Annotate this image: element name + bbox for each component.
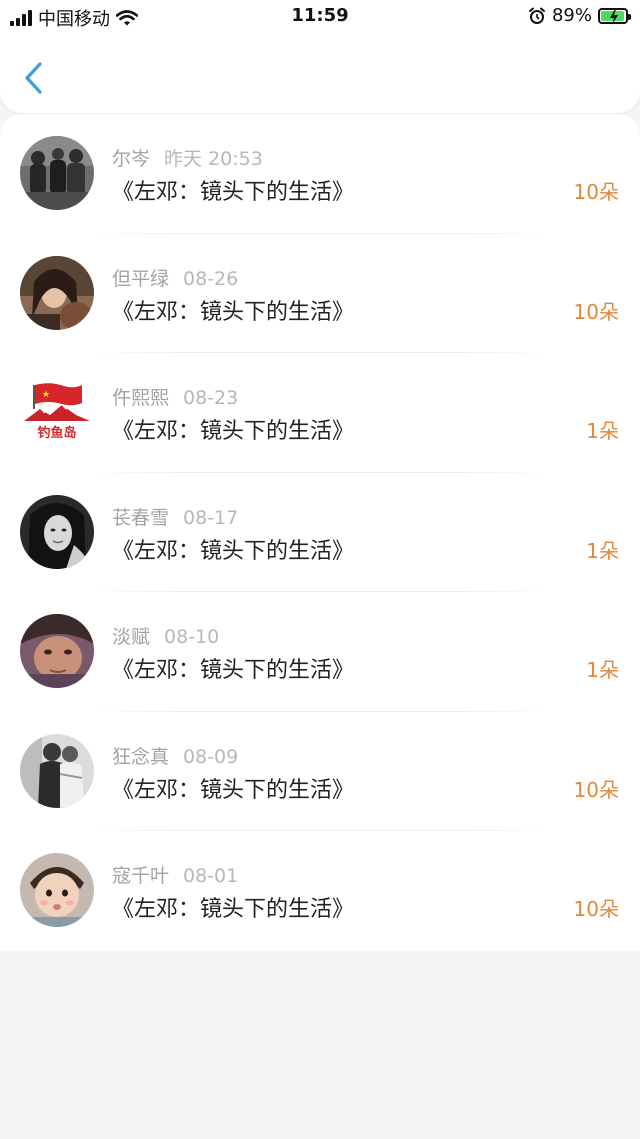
send-date: 08-01 <box>183 865 239 887</box>
flower-amount: 10朵 <box>573 299 619 324</box>
avatar[interactable] <box>20 136 94 210</box>
list-item[interactable]: 但平绿 08-26 《左邓：镜头下的生活》 10朵 <box>0 234 640 353</box>
chevron-left-icon <box>25 62 42 94</box>
send-date: 08-26 <box>183 267 239 290</box>
sender-meta: 狂念真 08-09 <box>112 742 238 769</box>
work-title: 《左邓：镜头下的生活》 <box>112 419 355 444</box>
send-date: 08-17 <box>183 506 239 529</box>
send-date: 08-09 <box>183 745 239 768</box>
avatar[interactable] <box>20 853 94 927</box>
flower-amount: 10朵 <box>573 777 619 802</box>
list-item[interactable]: 狂念真 08-09 《左邓：镜头下的生活》 10朵 <box>0 712 640 831</box>
list-item[interactable]: 苌春雪 08-17 《左邓：镜头下的生活》 1朵 <box>0 473 640 592</box>
flower-amount: 10朵 <box>573 897 619 921</box>
sender-name: 狂念真 <box>112 745 170 768</box>
list-item[interactable]: 淡赋 08-10 《左邓：镜头下的生活》 1朵 <box>0 592 640 712</box>
back-button[interactable] <box>14 56 54 100</box>
sender-meta: 淡赋 08-10 <box>112 622 219 649</box>
flower-amount: 1朵 <box>586 658 619 682</box>
avatar[interactable] <box>20 494 94 569</box>
work-title: 《左邓：镜头下的生活》 <box>112 777 355 803</box>
sender-meta: 尔岑 昨天 20:53 <box>112 144 263 171</box>
list-item[interactable]: 尔岑 昨天 20:53 《左邓：镜头下的生活》 10朵 <box>0 114 640 234</box>
work-title: 《左邓：镜头下的生活》 <box>112 299 355 325</box>
send-date: 08-23 <box>183 387 239 409</box>
alarm-icon <box>528 7 545 24</box>
sender-name: 尔岑 <box>112 148 151 170</box>
flower-amount: 1朵 <box>586 419 619 443</box>
status-bar: 中国移动 11:59 89% <box>0 0 640 34</box>
gift-list: 尔岑 昨天 20:53 《左邓：镜头下的生活》 10朵 但平绿 08-26 《左邓：… <box>0 114 640 951</box>
work-title: 《左邓：镜头下的生活》 <box>112 180 355 205</box>
sender-name: 苌春雪 <box>112 506 170 529</box>
work-title: 《左邓：镜头下的生活》 <box>112 897 355 922</box>
sender-name: 寇千叶 <box>112 865 170 887</box>
battery-percent: 89% <box>551 5 592 26</box>
list-item[interactable]: 寇千叶 08-01 《左邓：镜头下的生活》 10朵 <box>0 831 640 951</box>
flower-amount: 1朵 <box>586 538 619 563</box>
sender-name: 但平绿 <box>112 267 170 290</box>
send-date: 昨天 20:53 <box>164 148 263 170</box>
flower-amount: 10朵 <box>573 180 619 204</box>
battery-icon <box>598 7 631 25</box>
avatar[interactable] <box>20 614 94 688</box>
sender-meta: 苌春雪 08-17 <box>112 503 238 530</box>
sender-meta: 但平绿 08-26 <box>112 264 238 291</box>
sender-meta: 寇千叶 08-01 <box>112 861 238 888</box>
work-title: 《左邓：镜头下的生活》 <box>112 538 355 564</box>
avatar[interactable] <box>20 255 94 330</box>
send-date: 08-10 <box>164 626 220 648</box>
sender-name: 淡赋 <box>112 626 151 648</box>
svg-text:★: ★ <box>42 390 50 400</box>
list-item[interactable]: ★ 钓鱼岛 仵熙熙 08-23 《左邓：镜头下的生活》 1朵 <box>0 353 640 473</box>
work-title: 《左邓：镜头下的生活》 <box>112 658 355 683</box>
avatar[interactable]: ★ 钓鱼岛 <box>20 375 94 449</box>
sender-meta: 仵熙熙 08-23 <box>112 383 238 410</box>
avatar[interactable] <box>20 733 94 808</box>
sender-name: 仵熙熙 <box>112 387 170 409</box>
svg-text:钓鱼岛: 钓鱼岛 <box>37 425 76 441</box>
